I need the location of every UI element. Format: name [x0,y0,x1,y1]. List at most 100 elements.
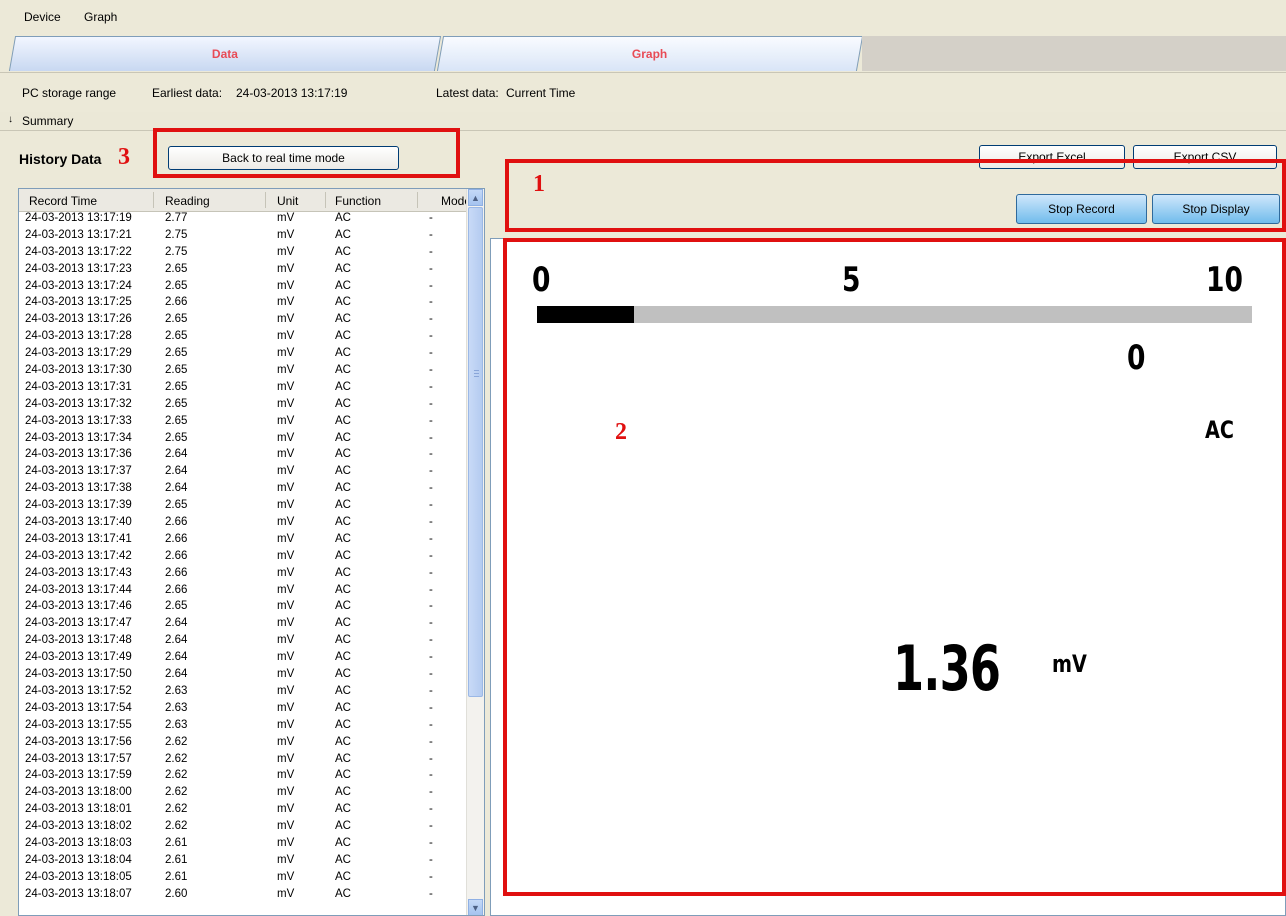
column-header-function[interactable]: Function [335,194,381,208]
cell-reading: 2.66 [165,549,188,562]
cell-unit: mV [277,532,295,545]
cell-unit: mV [277,752,295,765]
cell-function: AC [335,786,351,799]
cell-reading: 2.65 [165,364,188,377]
table-row[interactable]: 24-03-2013 13:17:37 2.64 mV AC - [19,464,468,481]
table-row[interactable]: 24-03-2013 13:17:57 2.62 mV AC - [19,752,468,769]
cell-reading: 2.65 [165,313,188,326]
cell-function: AC [335,887,351,900]
table-row[interactable]: 24-03-2013 13:17:43 2.66 mV AC - [19,566,468,583]
cell-unit: mV [277,499,295,512]
storage-info-bar: PC storage range Earliest data: 24-03-20… [0,72,1286,114]
table-row[interactable]: 24-03-2013 13:17:54 2.63 mV AC - [19,701,468,718]
cell-function: AC [335,651,351,664]
cell-mode: - [429,887,433,900]
cell-function: AC [335,499,351,512]
table-row[interactable]: 24-03-2013 13:17:29 2.65 mV AC - [19,346,468,363]
table-row[interactable]: 24-03-2013 13:17:22 2.75 mV AC - [19,245,468,262]
table-row[interactable]: 24-03-2013 13:18:01 2.62 mV AC - [19,802,468,819]
cell-function: AC [335,566,351,579]
cell-function: AC [335,279,351,292]
table-row[interactable]: 24-03-2013 13:17:56 2.62 mV AC - [19,735,468,752]
table-row[interactable]: 24-03-2013 13:17:24 2.65 mV AC - [19,279,468,296]
table-row[interactable]: 24-03-2013 13:17:40 2.66 mV AC - [19,515,468,532]
table-row[interactable]: 24-03-2013 13:17:41 2.66 mV AC - [19,532,468,549]
table-row[interactable]: 24-03-2013 13:17:32 2.65 mV AC - [19,397,468,414]
table-row[interactable]: 24-03-2013 13:17:47 2.64 mV AC - [19,616,468,633]
scroll-down-arrow-icon[interactable]: ▼ [468,899,483,915]
cell-mode: - [429,735,433,748]
column-header-record-time[interactable]: Record Time [29,194,97,208]
menu-bar: Device Graph [0,0,1286,35]
table-row[interactable]: 24-03-2013 13:18:05 2.61 mV AC - [19,870,468,887]
table-row[interactable]: 24-03-2013 13:17:38 2.64 mV AC - [19,481,468,498]
cell-reading: 2.66 [165,532,188,545]
cell-function: AC [335,347,351,360]
table-row[interactable]: 24-03-2013 13:17:49 2.64 mV AC - [19,650,468,667]
table-row[interactable]: 24-03-2013 13:17:48 2.64 mV AC - [19,633,468,650]
cell-reading: 2.63 [165,718,188,731]
table-row[interactable]: 24-03-2013 13:17:26 2.65 mV AC - [19,312,468,329]
cell-unit: mV [277,583,295,596]
cell-reading: 2.77 [165,212,188,224]
table-row[interactable]: 24-03-2013 13:17:50 2.64 mV AC - [19,667,468,684]
table-row[interactable]: 24-03-2013 13:17:23 2.65 mV AC - [19,262,468,279]
table-row[interactable]: 24-03-2013 13:17:31 2.65 mV AC - [19,380,468,397]
menu-graph[interactable]: Graph [84,10,117,24]
table-scrollbar[interactable]: ▲ ▼ [466,189,484,915]
cell-function: AC [335,397,351,410]
cell-function: AC [335,516,351,529]
column-header-reading[interactable]: Reading [165,194,210,208]
tab-data[interactable]: Data [8,36,442,71]
cell-mode: - [429,651,433,664]
table-row[interactable]: 24-03-2013 13:18:04 2.61 mV AC - [19,853,468,870]
cell-record-time: 24-03-2013 13:17:25 [25,296,132,309]
cell-function: AC [335,465,351,478]
table-body: 24-03-2013 13:17:19 2.77 mV AC -24-03-2013 1… [19,211,468,904]
table-row[interactable]: 24-03-2013 13:17:55 2.63 mV AC - [19,718,468,735]
cell-record-time: 24-03-2013 13:17:43 [25,566,132,579]
table-row[interactable]: 24-03-2013 13:17:25 2.66 mV AC - [19,295,468,312]
tab-graph[interactable]: Graph [436,36,864,71]
scrollbar-thumb[interactable] [468,207,483,697]
table-row[interactable]: 24-03-2013 13:17:19 2.77 mV AC - [19,211,468,228]
table-row[interactable]: 24-03-2013 13:17:39 2.65 mV AC - [19,498,468,515]
cell-function: AC [335,330,351,343]
cell-function: AC [335,735,351,748]
cell-reading: 2.64 [165,617,188,630]
cell-reading: 2.62 [165,752,188,765]
table-row[interactable]: 24-03-2013 13:17:34 2.65 mV AC - [19,431,468,448]
cell-function: AC [335,718,351,731]
column-header-unit[interactable]: Unit [277,194,298,208]
cell-reading: 2.65 [165,380,188,393]
table-row[interactable]: 24-03-2013 13:17:30 2.65 mV AC - [19,363,468,380]
table-row[interactable]: 24-03-2013 13:18:07 2.60 mV AC - [19,887,468,904]
cell-unit: mV [277,786,295,799]
cell-record-time: 24-03-2013 13:17:39 [25,499,132,512]
cell-reading: 2.65 [165,414,188,427]
table-row[interactable]: 24-03-2013 13:17:28 2.65 mV AC - [19,329,468,346]
tab-data-label: Data [211,47,238,61]
cell-function: AC [335,482,351,495]
table-row[interactable]: 24-03-2013 13:17:46 2.65 mV AC - [19,599,468,616]
table-row[interactable]: 24-03-2013 13:17:42 2.66 mV AC - [19,549,468,566]
menu-device[interactable]: Device [24,10,61,24]
cell-function: AC [335,701,351,714]
cell-unit: mV [277,634,295,647]
table-row[interactable]: 24-03-2013 13:18:03 2.61 mV AC - [19,836,468,853]
table-row[interactable]: 24-03-2013 13:17:33 2.65 mV AC - [19,414,468,431]
table-row[interactable]: 24-03-2013 13:17:59 2.62 mV AC - [19,768,468,785]
cell-function: AC [335,532,351,545]
cell-record-time: 24-03-2013 13:17:34 [25,431,132,444]
cell-mode: - [429,228,433,241]
table-row[interactable]: 24-03-2013 13:18:02 2.62 mV AC - [19,819,468,836]
table-row[interactable]: 24-03-2013 13:17:21 2.75 mV AC - [19,228,468,245]
cell-reading: 2.64 [165,651,188,664]
table-row[interactable]: 24-03-2013 13:18:00 2.62 mV AC - [19,785,468,802]
cell-reading: 2.65 [165,330,188,343]
scroll-up-arrow-icon[interactable]: ▲ [468,189,483,206]
table-row[interactable]: 24-03-2013 13:17:36 2.64 mV AC - [19,447,468,464]
table-row[interactable]: 24-03-2013 13:17:44 2.66 mV AC - [19,583,468,600]
tab-strip: Data Graph [0,34,1286,72]
table-row[interactable]: 24-03-2013 13:17:52 2.63 mV AC - [19,684,468,701]
